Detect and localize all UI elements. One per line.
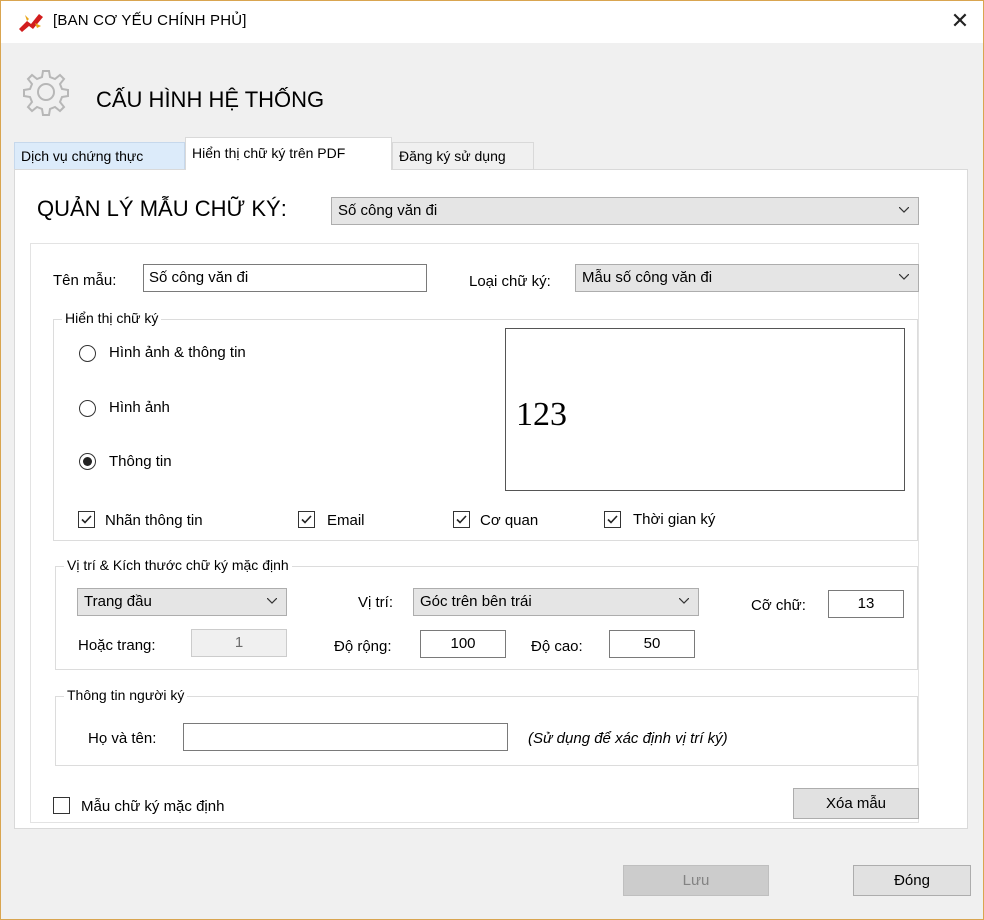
height-input[interactable]: 50 — [609, 630, 695, 658]
page-title: CẤU HÌNH HỆ THỐNG — [96, 87, 325, 112]
title-bar: [BAN CƠ YẾU CHÍNH PHỦ] ✕ — [1, 1, 983, 43]
template-name-input[interactable]: Số công văn đi — [143, 264, 427, 292]
checkbox-email[interactable] — [298, 511, 315, 528]
chevron-down-icon — [899, 207, 909, 213]
delete-template-button[interactable]: Xóa mẫu — [793, 788, 919, 819]
close-icon[interactable]: ✕ — [937, 1, 983, 43]
template-select-value: Số công văn đi — [338, 202, 438, 219]
checkbox-label: Thời gian ký — [633, 511, 716, 528]
radio-label: Hình ảnh — [109, 399, 170, 416]
group-title: Vị trí & Kích thước chữ ký mặc định — [64, 557, 292, 573]
close-button[interactable]: Đóng — [853, 865, 971, 896]
signature-type-label: Loại chữ ký: — [469, 273, 551, 290]
checkmark-icon — [301, 515, 312, 524]
window-title: [BAN CƠ YẾU CHÍNH PHỦ] — [53, 12, 247, 29]
signature-preview: 123 — [505, 328, 905, 491]
signature-type-select[interactable]: Mẫu số công văn đi — [575, 264, 919, 292]
group-title: Thông tin người ký — [64, 687, 188, 703]
save-button[interactable]: Lưu — [623, 865, 769, 896]
group-title: Hiển thị chữ ký — [62, 310, 162, 326]
radio-info[interactable] — [79, 453, 96, 470]
radio-image-and-info[interactable] — [79, 345, 96, 362]
default-template-label: Mẫu chữ ký mặc định — [81, 798, 225, 815]
font-size-label: Cỡ chữ: — [751, 597, 806, 614]
width-input[interactable]: 100 — [420, 630, 506, 658]
page-select[interactable]: Trang đầu — [77, 588, 287, 616]
tab-label: Hiển thị chữ ký trên PDF — [192, 145, 346, 161]
page-select-value: Trang đầu — [84, 593, 152, 610]
chevron-down-icon — [679, 598, 689, 604]
template-manager-label: QUẢN LÝ MẪU CHỮ KÝ: — [37, 196, 287, 221]
height-label: Độ cao: — [531, 638, 583, 655]
or-page-label: Hoặc trang: — [78, 637, 156, 654]
radio-label: Hình ảnh & thông tin — [109, 344, 246, 361]
template-name-label: Tên mẫu: — [53, 272, 117, 289]
full-name-hint: (Sử dụng để xác định vị trí ký) — [528, 730, 728, 747]
signature-type-value: Mẫu số công văn đi — [582, 269, 713, 286]
app-logo-icon — [17, 11, 45, 33]
tab-pdf-signature-display[interactable]: Hiển thị chữ ký trên PDF — [185, 137, 392, 170]
checkmark-icon — [456, 515, 467, 524]
checkbox-organization[interactable] — [453, 511, 470, 528]
full-name-label: Họ và tên: — [88, 730, 157, 747]
or-page-input[interactable]: 1 — [191, 629, 287, 657]
checkmark-icon — [81, 515, 92, 524]
position-select-value: Góc trên bên trái — [420, 593, 532, 610]
position-select[interactable]: Góc trên bên trái — [413, 588, 699, 616]
full-name-input[interactable] — [183, 723, 508, 751]
position-label: Vị trí: — [358, 594, 394, 611]
tab-label: Dịch vụ chứng thực — [21, 148, 144, 164]
checkbox-sign-time[interactable] — [604, 511, 621, 528]
chevron-down-icon — [899, 274, 909, 280]
checkbox-label: Cơ quan — [480, 512, 539, 529]
config-window: [BAN CƠ YẾU CHÍNH PHỦ] ✕ CẤU HÌNH HỆ THỐ… — [0, 0, 984, 920]
width-label: Độ rộng: — [334, 638, 392, 655]
preview-text: 123 — [516, 396, 567, 433]
checkbox-label: Email — [327, 512, 365, 529]
default-template-checkbox[interactable] — [53, 797, 70, 814]
checkbox-info-label[interactable] — [78, 511, 95, 528]
chevron-down-icon — [267, 598, 277, 604]
gear-icon — [21, 67, 71, 117]
font-size-input[interactable]: 13 — [828, 590, 904, 618]
template-select[interactable]: Số công văn đi — [331, 197, 919, 225]
radio-label: Thông tin — [109, 453, 172, 470]
radio-image[interactable] — [79, 400, 96, 417]
tab-authentication-service[interactable]: Dịch vụ chứng thực — [14, 142, 185, 169]
checkmark-icon — [607, 515, 618, 524]
tab-registration[interactable]: Đăng ký sử dụng — [392, 142, 534, 169]
tab-label: Đăng ký sử dụng — [399, 148, 506, 164]
checkbox-label: Nhãn thông tin — [105, 512, 203, 529]
